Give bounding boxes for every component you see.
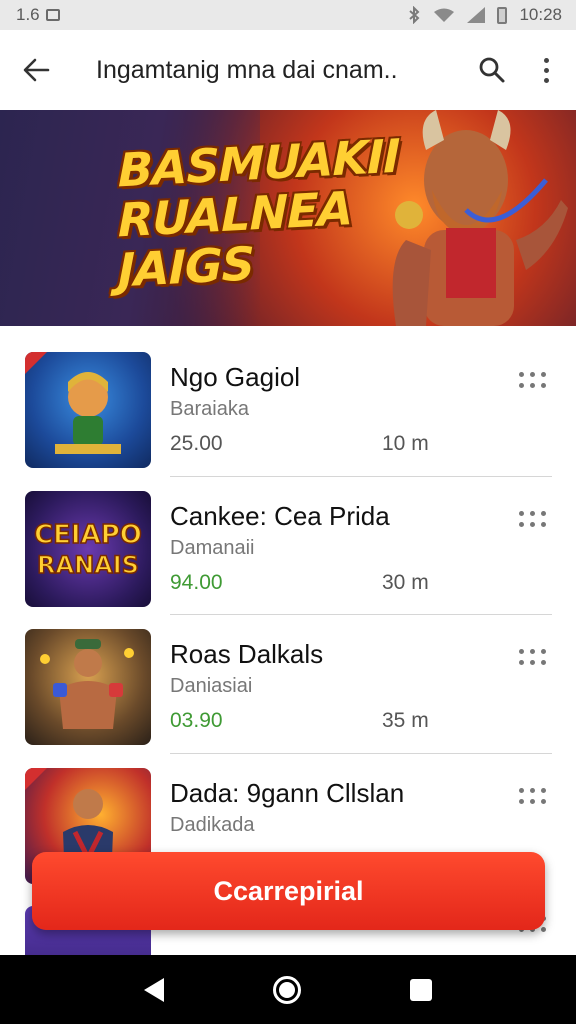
game-subtitle: Dadikada [170, 813, 255, 836]
battery-icon [497, 6, 508, 24]
game-title: Roas Dalkals [170, 639, 324, 669]
game-thumbnail [25, 629, 151, 745]
item-more-icon[interactable] [516, 370, 548, 390]
item-more-icon[interactable] [516, 509, 548, 529]
nav-recents-icon[interactable] [409, 978, 432, 1001]
svg-text:RANAIS: RANAIS [37, 551, 139, 579]
game-title: Dada: 9gann Cllslan [170, 777, 405, 808]
app-bar: Ingamtanig mna dai cnam.. [0, 30, 576, 110]
more-options-button[interactable] [524, 30, 568, 110]
image-notification-icon [45, 9, 60, 21]
game-size: 30 m [382, 570, 429, 594]
arrow-back-icon [23, 58, 50, 82]
game-title: Ngo Gagiol [170, 362, 301, 392]
list-item[interactable]: CEIAPO RANAIS Cankee: Cea Prida Damanaii… [0, 465, 576, 615]
game-subtitle: Daniasiai [170, 675, 253, 697]
featured-banner[interactable]: BASMUAKII RUALNEA JAIGS [0, 110, 576, 326]
game-art-icon [40, 639, 134, 729]
system-nav-bar [0, 955, 576, 1024]
game-subtitle: Baraiaka [170, 398, 249, 420]
game-price: 94.00 [170, 570, 223, 594]
back-button[interactable] [0, 30, 72, 110]
item-more-icon[interactable] [516, 647, 548, 667]
game-thumbnail [25, 352, 151, 468]
game-art-icon [25, 352, 121, 454]
game-size: 35 m [382, 709, 429, 732]
page-title: Ingamtanig mna dai cnam.. [96, 55, 398, 84]
status-carrier-text: 1.6 [16, 5, 40, 24]
bluetooth-icon [409, 6, 420, 24]
search-icon [479, 57, 505, 83]
nav-back-icon[interactable] [144, 977, 165, 1002]
more-vert-icon [543, 57, 549, 83]
search-button[interactable] [460, 30, 524, 110]
game-thumbnail: CEIAPO RANAIS [25, 490, 151, 607]
wifi-icon [434, 8, 455, 22]
list-item[interactable]: Roas Dalkals Daniasiai 03.90 35 m [0, 603, 576, 754]
warrior-character-illustration [392, 110, 568, 326]
svg-text:CEIAPO: CEIAPO [34, 520, 142, 550]
primary-action-button[interactable]: Ccarrepirial [32, 852, 545, 930]
game-price: 25.00 [170, 432, 223, 455]
game-subtitle: Damanaii [170, 536, 255, 559]
list-item[interactable]: Ngo Gagiol Baraiaka 25.00 10 m [0, 326, 576, 477]
game-price: 03.90 [170, 709, 223, 732]
cell-signal-icon [467, 7, 486, 23]
status-bar: 1.6 10:28 [0, 0, 576, 30]
game-art-icon: CEIAPO RANAIS [33, 519, 142, 580]
game-size: 10 m [382, 432, 429, 455]
nav-home-icon[interactable] [272, 975, 301, 1004]
item-more-icon[interactable] [516, 786, 548, 806]
game-title: Cankee: Cea Prida [170, 500, 390, 531]
status-time: 10:28 [519, 5, 562, 24]
